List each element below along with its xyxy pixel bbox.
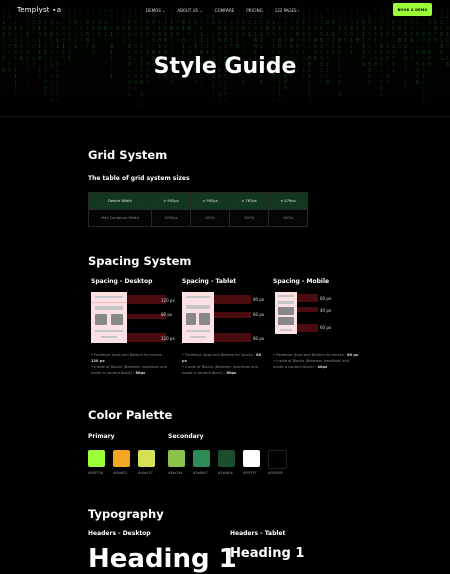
swatch-hex: #9DFF3A	[88, 471, 104, 475]
table-header-cell: > 992px	[151, 192, 191, 210]
table-header-cell: < 992px	[190, 192, 230, 210]
nav-about-us[interactable]: ABOUT US ⌄	[177, 8, 202, 13]
table-header-cell: < 479px	[268, 192, 308, 210]
table-cell: Max Container Width	[88, 209, 152, 227]
grid-table-caption: The table of grid system sizes	[88, 175, 190, 182]
typography-heading: Typography	[88, 507, 164, 521]
swatch-hex: #2e8b57	[193, 471, 208, 475]
secondary-swatch	[218, 450, 235, 467]
swatch-hex: #f5a623	[113, 471, 127, 475]
desktop-bottom-value: 120 px	[161, 336, 175, 341]
table-cell: 100%	[190, 209, 230, 227]
table-header-row: Device Width > 992px < 992px < 767px < 4…	[88, 192, 308, 210]
tablet-mid-value: 60 px	[253, 312, 265, 317]
hero-divider	[0, 116, 450, 117]
swatch-hex: #d4e157	[138, 471, 153, 475]
desktop-mid-value: 80 px	[161, 312, 173, 317]
spacing-desktop-label: Spacing - Desktop	[91, 278, 153, 285]
grid-system-heading: Grid System	[88, 148, 168, 162]
primary-swatch	[138, 450, 155, 467]
book-demo-button[interactable]: BOOK A DEMO	[393, 3, 432, 16]
swatch-hex: #FFFFFF	[243, 471, 257, 475]
spacing-system-heading: Spacing System	[88, 254, 192, 268]
top-navigation: Templyst ∙a DEMOS ⌄ ABOUT US ⌄ COMPARE P…	[0, 0, 450, 22]
secondary-swatch	[193, 450, 210, 467]
grid-size-table: Device Width > 992px < 992px < 767px < 4…	[88, 192, 308, 227]
tablet-bottom-value: 80 px	[253, 336, 265, 341]
nav-pricing[interactable]: PRICING	[246, 8, 262, 13]
swatch-hex: #8bc34a	[168, 471, 183, 475]
spacing-mobile-mockup	[275, 292, 297, 334]
tablet-spacing-notes: • Paddings (tops and Bottom for blocks :…	[182, 353, 262, 375]
table-header-cell: < 767px	[229, 192, 269, 210]
swatch-hex: #1b4d2e	[218, 471, 233, 475]
spacing-tablet-label: Spacing - Tablet	[182, 278, 237, 285]
desktop-spacing-notes: • Paddings (tops and Bottom for blocks :…	[91, 353, 167, 375]
mobile-spacing-notes: • Paddings (tops and Bottom for blocks :…	[273, 353, 359, 369]
spacing-tablet-mockup	[182, 292, 214, 343]
primary-swatch	[88, 450, 105, 467]
primary-swatch	[113, 450, 130, 467]
mobile-mid-value: 40 px	[320, 308, 332, 313]
headers-tablet-label: Headers - Tablet	[230, 530, 286, 537]
headers-desktop-label: Headers - Desktop	[88, 530, 151, 537]
nav-pages[interactable]: 122 PAGES ›	[275, 8, 300, 13]
nav-compare[interactable]: COMPARE	[215, 8, 235, 13]
table-cell: 1200px	[151, 209, 191, 227]
table-header-cell: Device Width	[88, 192, 152, 210]
mobile-bottom-value: 60 px	[320, 325, 332, 330]
table-row: Max Container Width 1200px 100% 100% 100…	[88, 209, 308, 227]
secondary-colors-label: Secondary	[168, 433, 204, 440]
primary-colors-label: Primary	[88, 433, 115, 440]
desktop-top-value: 120 px	[161, 298, 175, 303]
secondary-swatch	[168, 450, 185, 467]
swatch-hex: #000000	[268, 471, 283, 475]
tablet-top-value: 80 px	[253, 297, 265, 302]
spacing-mobile-label: Spacing - Mobile	[273, 278, 330, 285]
page-title: Style Guide	[153, 54, 297, 79]
nav-menu: DEMOS ⌄ ABOUT US ⌄ COMPARE PRICING 122 P…	[146, 8, 299, 13]
spacing-desktop-mockup	[91, 292, 127, 343]
table-cell: 100%	[229, 209, 269, 227]
table-cell: 100%	[268, 209, 308, 227]
secondary-swatch	[268, 450, 287, 469]
nav-demos[interactable]: DEMOS ⌄	[146, 8, 165, 13]
heading-1-tablet-sample: Heading 1	[230, 546, 305, 561]
logo[interactable]: Templyst ∙a	[17, 6, 61, 14]
secondary-swatch	[243, 450, 260, 467]
mobile-top-value: 60 px	[320, 296, 332, 301]
heading-1-desktop-sample: Heading 1	[88, 544, 237, 574]
color-palette-heading: Color Palette	[88, 408, 173, 422]
